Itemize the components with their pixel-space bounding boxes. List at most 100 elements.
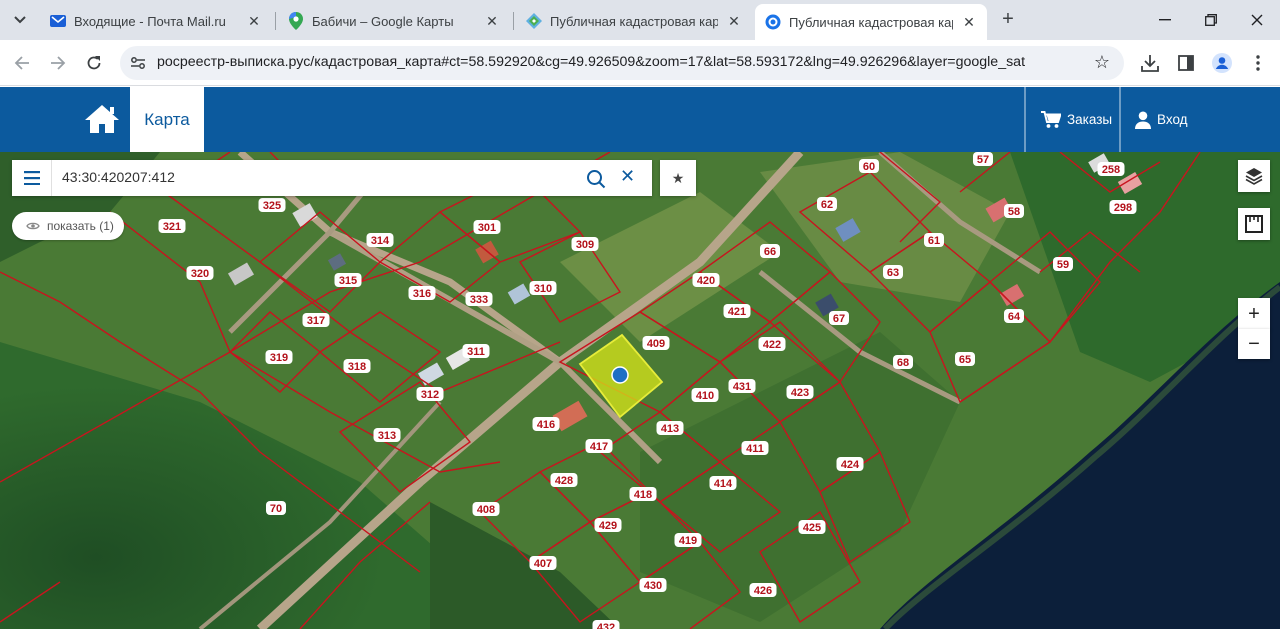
parcel-number: 420	[697, 275, 715, 287]
parcel-label: 62	[817, 197, 837, 211]
side-panel-button[interactable]	[1172, 49, 1200, 77]
zoom-in-button[interactable]: +	[1238, 298, 1270, 330]
parcel-label: 408	[472, 502, 500, 516]
ruler-button[interactable]	[1238, 208, 1270, 240]
minimize-button[interactable]	[1142, 0, 1188, 40]
close-window-button[interactable]	[1234, 0, 1280, 40]
parcel-number: 70	[270, 503, 282, 515]
reload-button[interactable]	[80, 49, 108, 77]
arrow-right-icon	[51, 56, 66, 70]
cadastral-number-input[interactable]	[62, 169, 562, 185]
search-icon[interactable]	[586, 169, 606, 189]
parcel-number: 428	[555, 475, 573, 487]
parcel-number: 314	[371, 235, 390, 247]
forward-button[interactable]	[44, 49, 72, 77]
parcel-number: 66	[764, 246, 776, 258]
cadastral-map[interactable]: 325 321 320 314 301 309 310 315 316 333 317 311 319 3…	[0, 152, 1280, 629]
parcel-label: 313	[373, 428, 401, 442]
parcel-label: 315	[334, 273, 362, 287]
parcel-label: 426	[749, 583, 777, 597]
profile-button[interactable]	[1208, 49, 1236, 77]
parcel-number: 413	[661, 423, 679, 435]
parcel-label: 428	[550, 473, 578, 487]
parcel-label: 418	[629, 487, 657, 501]
downloads-button[interactable]	[1136, 49, 1164, 77]
home-icon[interactable]	[84, 103, 120, 135]
parcel-number: 430	[644, 580, 662, 592]
parcel-number: 57	[977, 154, 989, 166]
tab-title: Входящие - Почта Mail.ru	[74, 13, 226, 29]
parcel-label: 310	[529, 281, 557, 295]
site-settings-icon[interactable]	[130, 55, 146, 71]
more-vert-icon	[1256, 55, 1260, 71]
parcel-label: 432	[592, 620, 620, 629]
parcel-number: 65	[959, 354, 971, 366]
close-icon[interactable]: ✕	[484, 13, 500, 29]
restore-button[interactable]	[1188, 0, 1234, 40]
bookmark-star-icon[interactable]: ☆	[1094, 52, 1110, 73]
parcel-label: 314	[366, 233, 394, 247]
parcel-number: 408	[477, 504, 495, 516]
tab-title: Публичная кадастровая карта	[550, 13, 718, 29]
parcel-label: 258	[1097, 162, 1125, 176]
parcel-label: 407	[529, 556, 557, 570]
search-bar: ✕	[12, 160, 652, 196]
parcel-label: 325	[258, 198, 286, 212]
close-icon[interactable]: ✕	[961, 14, 977, 30]
show-results-button[interactable]: показать (1)	[12, 212, 124, 240]
layers-button[interactable]	[1238, 160, 1270, 192]
show-results-label: показать (1)	[47, 219, 114, 233]
back-button[interactable]	[8, 49, 36, 77]
close-icon[interactable]: ✕	[246, 13, 262, 29]
close-icon	[1251, 14, 1263, 26]
browser-menu-button[interactable]	[1244, 49, 1272, 77]
satellite-map-layer[interactable]: 325 321 320 314 301 309 310 315 316 333 317 311 319 3…	[0, 152, 1280, 629]
parcel-label: 316	[408, 286, 436, 300]
clear-icon[interactable]: ✕	[620, 166, 635, 187]
tab-divider	[513, 12, 514, 30]
parcel-number: 320	[191, 268, 209, 280]
parcel-number: 309	[576, 239, 594, 251]
nav-map-tab[interactable]: Карта	[130, 87, 204, 152]
parcel-label: 410	[691, 388, 719, 402]
orders-button[interactable]: Заказы	[1041, 87, 1112, 152]
parcel-label: 309	[571, 237, 599, 251]
parcel-number: 58	[1008, 206, 1020, 218]
tab-search-button[interactable]	[6, 8, 34, 32]
layers-icon	[1245, 168, 1263, 185]
parcel-number: 312	[421, 389, 439, 401]
parcel-label: 319	[265, 350, 293, 364]
parcel-label: 422	[758, 337, 786, 351]
address-bar[interactable]: росреестр-выписка.рус/кадастровая_карта#…	[120, 46, 1124, 80]
menu-button[interactable]	[12, 160, 52, 196]
zoom-out-button[interactable]: −	[1238, 329, 1270, 359]
side-panel-icon	[1178, 55, 1194, 71]
hamburger-icon	[23, 171, 40, 185]
orders-label: Заказы	[1067, 112, 1113, 127]
parcel-number: 417	[590, 441, 608, 453]
parcel-label: 311	[462, 344, 490, 358]
header-divider	[1024, 87, 1026, 152]
parcel-marker[interactable]	[611, 366, 629, 384]
arrow-left-icon	[14, 56, 29, 70]
cart-icon	[1041, 110, 1061, 128]
parcel-number: 61	[928, 235, 940, 247]
parcel-number: 421	[728, 306, 746, 318]
tab-cadastre-1[interactable]: Публичная кадастровая карта ✕	[516, 6, 752, 36]
new-tab-button[interactable]: +	[996, 8, 1020, 32]
parcel-number: 431	[733, 381, 751, 393]
favorite-button[interactable]: ★	[660, 160, 696, 196]
chevron-down-icon	[14, 16, 26, 24]
tab-cadastre-active[interactable]: Публичная кадастровая карта ✕	[755, 4, 987, 40]
parcel-number: 313	[378, 430, 396, 442]
parcel-number: 429	[599, 520, 617, 532]
parcel-number: 311	[467, 346, 485, 358]
close-icon[interactable]: ✕	[726, 13, 742, 29]
parcel-label: 66	[760, 244, 780, 258]
tab-mail[interactable]: Входящие - Почта Mail.ru ✕	[40, 6, 272, 36]
parcel-number: 416	[537, 419, 555, 431]
restore-icon	[1205, 14, 1217, 26]
tab-google-maps[interactable]: Бабичи – Google Карты ✕	[278, 6, 510, 36]
login-button[interactable]: Вход	[1135, 87, 1188, 152]
url-text[interactable]: росреестр-выписка.рус/кадастровая_карта#…	[157, 54, 1025, 70]
